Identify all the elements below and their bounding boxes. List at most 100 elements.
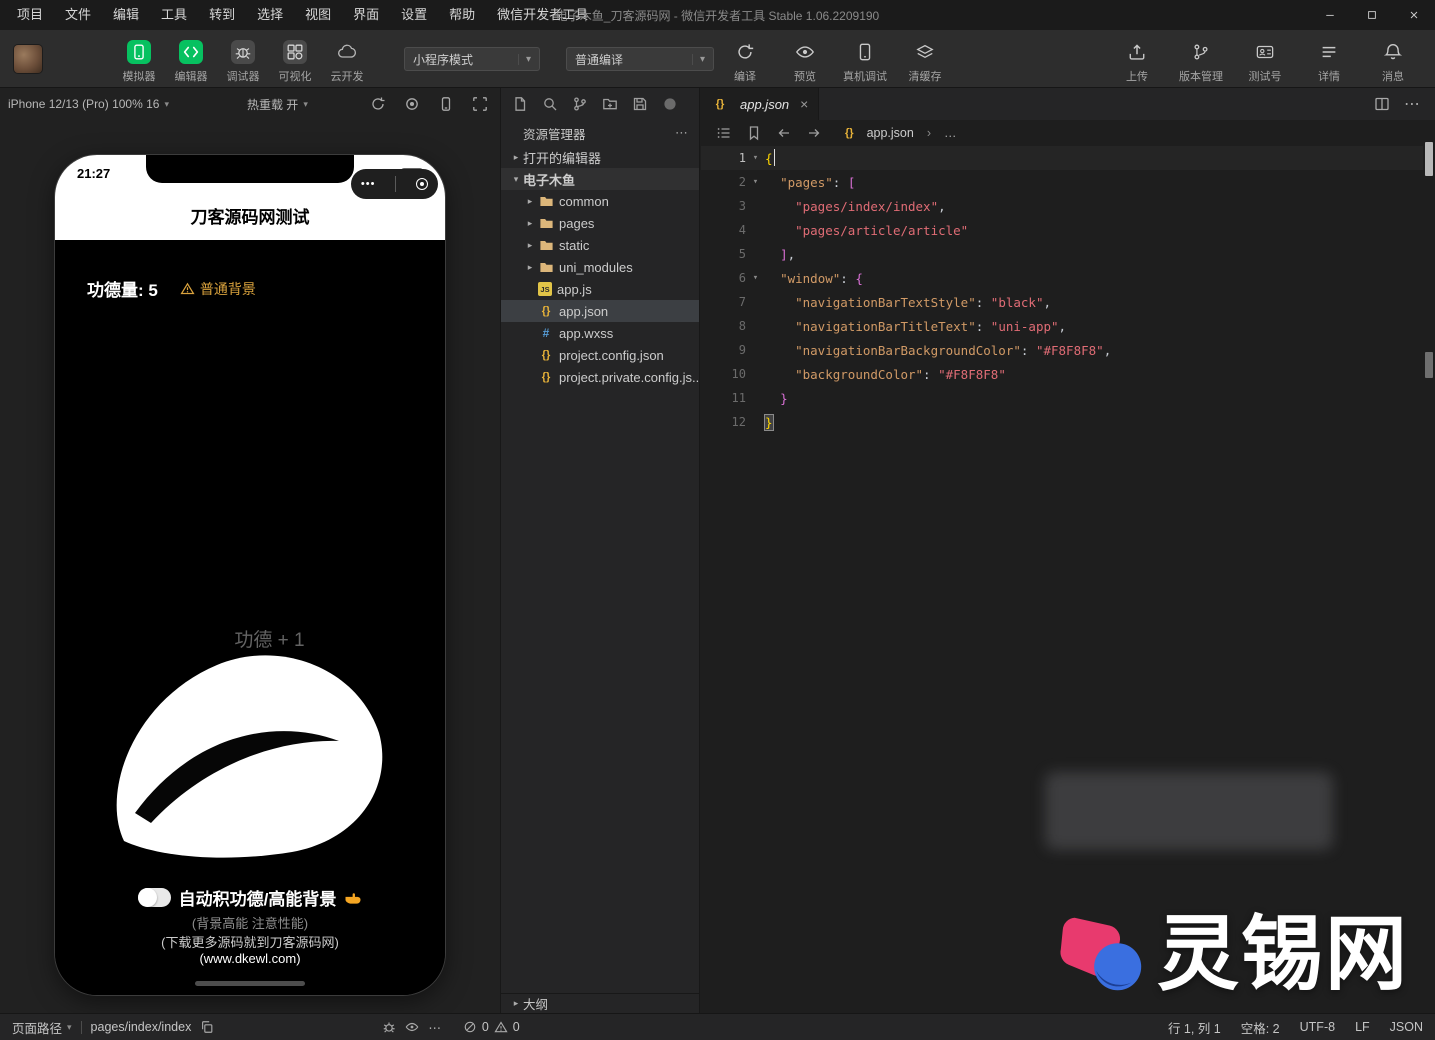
code-line-3[interactable]: 3 "pages/index/index",: [701, 194, 1423, 218]
wechat-capsule[interactable]: •••: [351, 169, 438, 199]
simulator-button[interactable]: 模拟器: [116, 38, 162, 84]
code-line-4[interactable]: 4 "pages/article/article": [701, 218, 1423, 242]
file-item-project.config.json[interactable]: {} project.config.json: [501, 344, 699, 366]
file-item-pages[interactable]: ▸ pages: [501, 212, 699, 234]
code-line-8[interactable]: 8 "navigationBarTitleText": "uni-app",: [701, 314, 1423, 338]
editor-more-icon[interactable]: ⋯: [1404, 94, 1421, 114]
message-button[interactable]: 消息: [1367, 38, 1419, 84]
auto-merit-toggle[interactable]: [137, 888, 171, 907]
chevron-right-icon[interactable]: ▸: [523, 196, 537, 207]
menu-item-1[interactable]: 文件: [54, 0, 102, 30]
debugger-button[interactable]: 调试器: [220, 38, 266, 84]
fold-icon[interactable]: ▾: [746, 273, 765, 283]
menu-item-8[interactable]: 设置: [390, 0, 438, 30]
code-line-11[interactable]: 11 }: [701, 386, 1423, 410]
compile-mode-dropdown[interactable]: 普通编译 ▾: [566, 47, 714, 71]
file-item-app.json[interactable]: {} app.json: [501, 300, 699, 322]
tab-app-json[interactable]: {} app.json ×: [701, 88, 820, 120]
capsule-close-icon[interactable]: [416, 178, 429, 190]
code-line-12[interactable]: 12}: [701, 410, 1423, 434]
user-avatar[interactable]: [14, 45, 42, 73]
refresh-simulator-icon[interactable]: [369, 96, 386, 113]
fold-icon[interactable]: ▾: [746, 177, 765, 187]
bookmark-icon[interactable]: [745, 125, 762, 142]
testid-button[interactable]: 测试号: [1239, 38, 1291, 84]
inspect-target-icon[interactable]: [403, 96, 420, 113]
hot-reload-toggle[interactable]: 热重载 开 ▾: [239, 96, 316, 113]
file-item-common[interactable]: ▸ common: [501, 190, 699, 212]
status-item-2[interactable]: UTF-8: [1300, 1020, 1335, 1034]
open-editors-section[interactable]: ▸ 打开的编辑器: [501, 146, 699, 168]
version-button[interactable]: 版本管理: [1175, 38, 1227, 84]
maximize-button[interactable]: [1351, 0, 1393, 30]
code-line-10[interactable]: 10 "backgroundColor": "#F8F8F8": [701, 362, 1423, 386]
visual-button[interactable]: 可视化: [272, 38, 318, 84]
search-icon[interactable]: [541, 96, 558, 113]
close-button[interactable]: [1393, 0, 1435, 30]
navigate-forward-icon[interactable]: [805, 125, 822, 142]
status-more-icon[interactable]: ⋯: [428, 1020, 442, 1035]
menu-item-6[interactable]: 视图: [294, 0, 342, 30]
copy-path-icon[interactable]: [200, 1020, 214, 1034]
details-button[interactable]: 详情: [1303, 38, 1355, 84]
chevron-right-icon[interactable]: ▸: [523, 240, 537, 251]
chevron-right-icon[interactable]: ▸: [523, 262, 537, 273]
status-item-0[interactable]: 行 1, 列 1: [1168, 1018, 1221, 1037]
cloud-button[interactable]: 云开发: [324, 38, 370, 84]
page-path-value[interactable]: pages/index/index: [91, 1020, 192, 1034]
project-root-item[interactable]: ▾ 电子木鱼: [501, 168, 699, 190]
code-line-2[interactable]: 2 ▾ "pages": [: [701, 170, 1423, 194]
file-item-app.js[interactable]: JS app.js: [501, 278, 699, 300]
code-line-7[interactable]: 7 "navigationBarTextStyle": "black",: [701, 290, 1423, 314]
menu-item-0[interactable]: 项目: [6, 0, 54, 30]
preview-button[interactable]: 预览: [782, 38, 828, 84]
menu-item-9[interactable]: 帮助: [438, 0, 486, 30]
clean-button[interactable]: 清缓存: [902, 38, 948, 84]
status-debug-icon[interactable]: [382, 1020, 396, 1034]
status-item-4[interactable]: JSON: [1390, 1020, 1423, 1034]
background-mode-button[interactable]: 普通背景: [180, 279, 256, 299]
menu-item-2[interactable]: 编辑: [102, 0, 150, 30]
file-item-app.wxss[interactable]: # app.wxss: [501, 322, 699, 344]
outline-section[interactable]: ▸ 大纲: [501, 993, 699, 1013]
menu-item-3[interactable]: 工具: [150, 0, 198, 30]
code-line-5[interactable]: 5 ],: [701, 242, 1423, 266]
scrollbar-thumb[interactable]: [1425, 142, 1433, 176]
file-item-static[interactable]: ▸ static: [501, 234, 699, 256]
collapse-all-icon[interactable]: [661, 96, 678, 113]
chevron-right-icon[interactable]: ▸: [523, 218, 537, 229]
status-item-3[interactable]: LF: [1355, 1020, 1370, 1034]
mode-dropdown[interactable]: 小程序模式 ▾: [404, 47, 540, 71]
breadcrumb-more[interactable]: …: [944, 126, 957, 140]
outline-list-icon[interactable]: [715, 125, 732, 142]
menu-item-7[interactable]: 界面: [342, 0, 390, 30]
explorer-more-icon[interactable]: ⋯: [675, 125, 689, 141]
save-all-icon[interactable]: [631, 96, 648, 113]
editor-button[interactable]: 编辑器: [168, 38, 214, 84]
menu-item-4[interactable]: 转到: [198, 0, 246, 30]
file-item-project.private.config.js...[interactable]: {} project.private.config.js...: [501, 366, 699, 388]
split-editor-icon[interactable]: [1373, 96, 1390, 113]
device-frame-icon[interactable]: [437, 96, 454, 113]
tab-close-icon[interactable]: ×: [800, 96, 808, 112]
new-file-icon[interactable]: [511, 96, 528, 113]
git-branch-icon[interactable]: [571, 96, 588, 113]
wooden-fish[interactable]: [107, 643, 391, 861]
simulator-phone[interactable]: 21:27 100% 刀客源码网测试 ••• 功: [55, 155, 445, 995]
realdevice-button[interactable]: 真机调试: [842, 38, 888, 84]
new-folder-icon[interactable]: [601, 96, 618, 113]
navigate-back-icon[interactable]: [775, 125, 792, 142]
status-item-1[interactable]: 空格: 2: [1241, 1018, 1280, 1037]
fold-icon[interactable]: ▾: [746, 153, 765, 163]
screenshot-icon[interactable]: [471, 96, 488, 113]
problems-indicator[interactable]: 0 0: [463, 1020, 520, 1034]
compile-button[interactable]: 编译: [722, 38, 768, 84]
editor-scrollbar[interactable]: [1424, 140, 1434, 1013]
menu-item-5[interactable]: 选择: [246, 0, 294, 30]
breadcrumb-file[interactable]: app.json: [867, 126, 914, 140]
code-line-6[interactable]: 6 ▾ "window": {: [701, 266, 1423, 290]
device-selector[interactable]: iPhone 12/13 (Pro) 100% 16 ▾: [0, 97, 177, 111]
code-line-1[interactable]: 1 ▾{: [701, 146, 1423, 170]
page-path-dropdown[interactable]: 页面路径 ▾: [12, 1018, 72, 1037]
file-item-uni-modules[interactable]: ▸ uni_modules: [501, 256, 699, 278]
